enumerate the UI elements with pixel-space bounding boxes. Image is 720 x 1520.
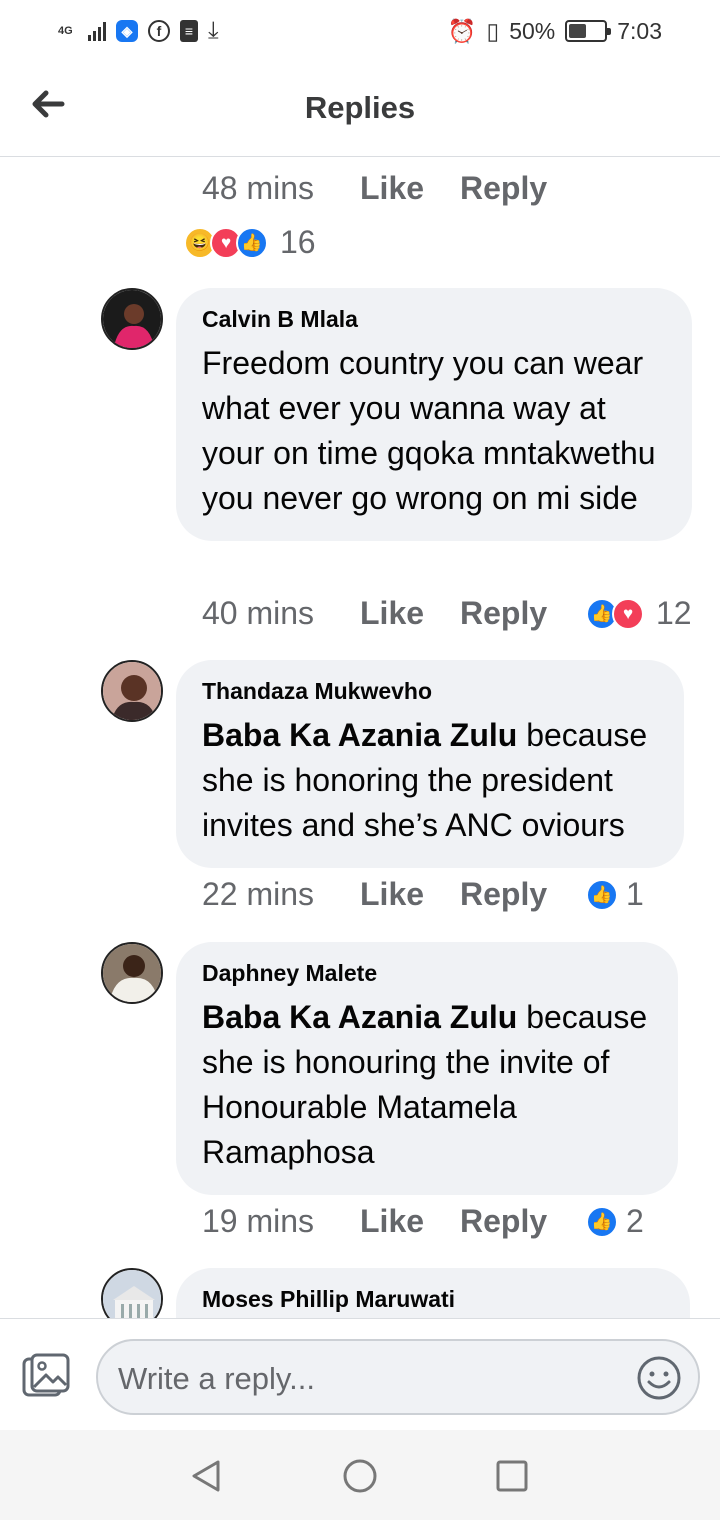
- avatar-image: [103, 290, 161, 348]
- reply-button[interactable]: Reply: [460, 595, 578, 632]
- battery-fill: [569, 24, 587, 38]
- like-button[interactable]: Like: [360, 170, 460, 207]
- avatar-image: [103, 944, 161, 1002]
- avatar[interactable]: [101, 1268, 163, 1318]
- like-button[interactable]: Like: [360, 1203, 460, 1240]
- system-nav-bar: [0, 1430, 720, 1520]
- avatar[interactable]: [101, 288, 163, 350]
- reply-actions: 40 mins Like Reply 👍 ♥ 12: [202, 595, 692, 632]
- photo-button[interactable]: [22, 1353, 70, 1399]
- like-button[interactable]: Like: [360, 595, 460, 632]
- comment-bubble[interactable]: Moses Phillip Maruwati: [176, 1268, 690, 1318]
- signal-icon: [88, 21, 106, 41]
- mention-link[interactable]: Baba Ka Azania Zulu: [202, 717, 517, 753]
- comment-bubble[interactable]: Daphney Malete Baba Ka Azania Zulu becau…: [176, 942, 678, 1195]
- status-right: ⏰ ▯ 50% 7:03: [448, 18, 662, 45]
- comment-author[interactable]: Daphney Malete: [202, 960, 652, 987]
- reaction-icons[interactable]: 👍 ♥: [586, 597, 644, 630]
- reply-button[interactable]: Reply: [460, 876, 578, 913]
- reaction-icons[interactable]: 👍: [586, 878, 618, 911]
- document-icon: ≡: [180, 20, 198, 42]
- avatar-image: [103, 1270, 161, 1318]
- photo-icon: [22, 1353, 70, 1397]
- like-button[interactable]: Like: [360, 876, 460, 913]
- comment-body: Baba Ka Azania Zulu because she is honou…: [202, 995, 652, 1175]
- battery-icon: [565, 20, 612, 42]
- smiley-icon[interactable]: [636, 1355, 682, 1401]
- like-icon: 👍: [236, 226, 268, 259]
- reaction-count: 12: [656, 595, 692, 631]
- download-icon: ⤓: [208, 17, 219, 44]
- avatar[interactable]: [101, 942, 163, 1004]
- alarm-icon: ⏰: [447, 17, 477, 44]
- status-left: 4G ◈ f ≡ ⤓: [58, 17, 219, 45]
- page-title: Replies: [304, 90, 416, 125]
- like-icon: 👍: [586, 878, 618, 911]
- love-icon: ♥: [612, 597, 644, 630]
- clock: 7:03: [617, 17, 662, 44]
- reply-composer: Write a reply...: [0, 1318, 720, 1430]
- app-header: Replies: [0, 62, 720, 157]
- facebook-icon: f: [148, 20, 170, 42]
- mention-link[interactable]: Baba Ka Azania Zulu: [202, 999, 517, 1035]
- comment-bubble[interactable]: Calvin B Mlala Freedom country you can w…: [176, 288, 692, 541]
- reply-actions: 22 mins Like Reply 👍 1: [202, 876, 644, 913]
- comment-body: Baba Ka Azania Zulu because she is honor…: [202, 713, 658, 848]
- battery-percent: 50%: [509, 17, 556, 44]
- replies-feed[interactable]: 48 mins Like Reply 😆 ♥ 👍 16 Calvin B Mla…: [0, 158, 720, 1318]
- comment-author[interactable]: Moses Phillip Maruwati: [202, 1286, 664, 1313]
- vibrate-icon: ▯: [486, 17, 500, 44]
- reply-placeholder: Write a reply...: [118, 1361, 315, 1396]
- square-recents-icon[interactable]: [494, 1458, 530, 1494]
- network-type: 4G: [58, 25, 73, 37]
- comment-author[interactable]: Thandaza Mukwevho: [202, 678, 658, 705]
- triangle-back-icon[interactable]: [188, 1458, 224, 1494]
- comment-time: 22 mins: [202, 876, 315, 912]
- circle-home-icon[interactable]: [342, 1458, 378, 1494]
- comment-time: 19 mins: [202, 1203, 315, 1239]
- comment-time: 40 mins: [202, 595, 315, 631]
- like-icon: 👍: [586, 1205, 618, 1238]
- reaction-count: 2: [626, 1203, 644, 1239]
- avatar-image: [103, 662, 161, 720]
- avatar[interactable]: [101, 660, 163, 722]
- top-comment-reactions[interactable]: 😆 ♥ 👍 16: [176, 224, 316, 261]
- reply-actions: 19 mins Like Reply 👍 2: [202, 1203, 644, 1240]
- comment-author[interactable]: Calvin B Mlala: [202, 306, 666, 333]
- comment-text: Freedom country you can wear what ever y…: [202, 345, 656, 516]
- reply-input[interactable]: Write a reply...: [96, 1339, 700, 1415]
- reaction-icons[interactable]: 👍: [586, 1205, 618, 1238]
- top-comment-actions: 48 mins Like Reply: [202, 170, 578, 207]
- status-bar: 4G ◈ f ≡ ⤓ ⏰ ▯ 50% 7:03: [0, 0, 720, 62]
- reaction-count: 1: [626, 876, 644, 912]
- shield-icon: ◈: [116, 20, 138, 42]
- comment-time: 48 mins: [202, 170, 315, 206]
- reply-button[interactable]: Reply: [460, 1203, 578, 1240]
- reply-button[interactable]: Reply: [460, 170, 578, 207]
- reaction-count: 16: [280, 224, 316, 260]
- comment-bubble[interactable]: Thandaza Mukwevho Baba Ka Azania Zulu be…: [176, 660, 684, 868]
- reaction-icons: 😆 ♥ 👍: [184, 226, 268, 259]
